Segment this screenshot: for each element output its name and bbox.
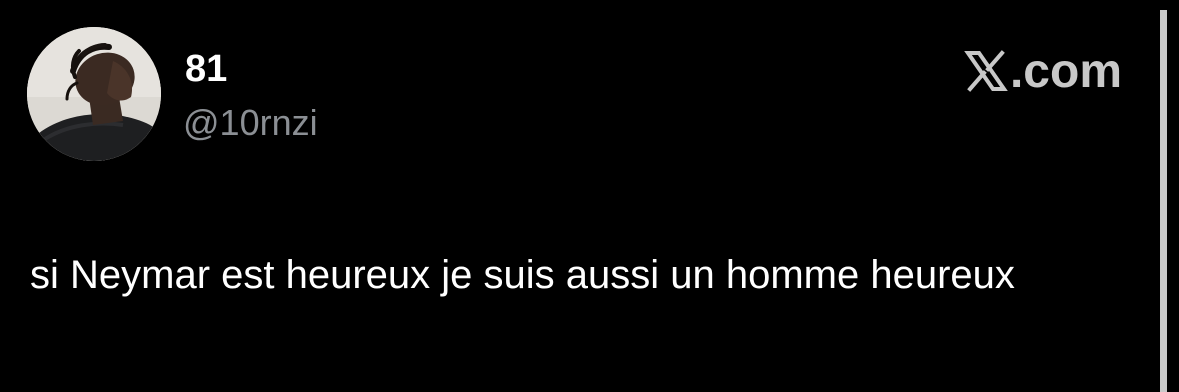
tweet-card: 81 @10rnzi .com si Neymar est heureux je… <box>0 0 1179 392</box>
brand-suffix: .com <box>1009 44 1122 98</box>
avatar-photo <box>27 27 161 161</box>
brand-label: .com <box>964 44 1122 98</box>
x-logo-icon <box>964 49 1008 93</box>
user-handle[interactable]: @10rnzi <box>183 102 318 144</box>
display-name[interactable]: 81 <box>185 48 227 90</box>
scrollbar[interactable] <box>1160 10 1167 392</box>
avatar[interactable] <box>27 27 161 161</box>
tweet-text: si Neymar est heureux je suis aussi un h… <box>30 253 1015 297</box>
